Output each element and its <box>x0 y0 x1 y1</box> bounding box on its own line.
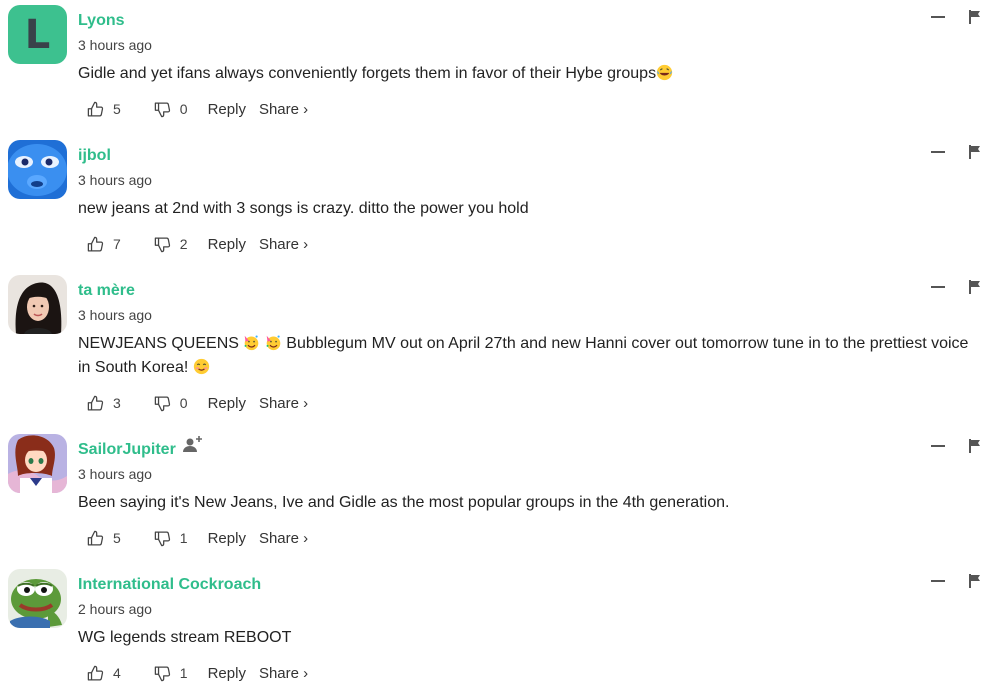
comment-controls <box>931 439 981 453</box>
dislike-count: 0 <box>179 395 188 411</box>
comment-text: NEWJEANS QUEENS Bubblegum MV out on Apri… <box>78 332 978 380</box>
comment-controls <box>931 145 981 159</box>
share-button[interactable]: Share › <box>259 665 308 682</box>
comment: International Cockroach 2 hours ago WG l… <box>0 564 995 691</box>
comment-actions: 7 2 Reply Share › <box>86 234 308 254</box>
flag-icon[interactable] <box>969 10 981 24</box>
timestamp: 3 hours ago <box>78 307 152 323</box>
username[interactable]: Lyons <box>78 12 125 30</box>
party-emoji <box>266 335 281 351</box>
thumbs-up-icon[interactable] <box>86 235 105 254</box>
timestamp: 2 hours ago <box>78 601 152 617</box>
thumbs-up-icon[interactable] <box>86 664 105 683</box>
avatar[interactable] <box>8 275 67 334</box>
comment-actions: 5 0 Reply Share › <box>86 99 308 119</box>
comment-controls <box>931 574 981 588</box>
comment: ijbol 3 hours ago new jeans at 2nd with … <box>0 135 995 270</box>
like-count: 4 <box>113 665 121 681</box>
avatar-image <box>8 434 67 493</box>
share-button[interactable]: Share › <box>259 395 308 412</box>
reply-button[interactable]: Reply <box>208 395 246 412</box>
share-button[interactable]: Share › <box>259 530 308 547</box>
share-button[interactable]: Share › <box>259 101 308 118</box>
party-emoji <box>244 335 259 351</box>
like-count: 5 <box>113 101 121 117</box>
avatar[interactable] <box>8 434 67 493</box>
dislike-count: 1 <box>179 530 188 546</box>
minus-icon[interactable] <box>931 286 945 288</box>
comment-text-part: NEWJEANS QUEENS <box>78 335 239 352</box>
comment-text-body: Gidle and yet ifans always conveniently … <box>78 65 657 82</box>
comment-controls <box>931 280 981 294</box>
thumbs-up-icon[interactable] <box>86 529 105 548</box>
minus-icon[interactable] <box>931 580 945 582</box>
comment: SailorJupiter 3 hours ago Been saying it… <box>0 429 995 564</box>
follow-user-icon[interactable] <box>182 434 204 454</box>
dislike-count: 2 <box>179 236 188 252</box>
thumbs-down-icon[interactable] <box>153 529 172 548</box>
flag-icon[interactable] <box>969 280 981 294</box>
smiling-emoji <box>193 358 209 375</box>
comment-actions: 3 0 Reply Share › <box>86 393 308 413</box>
avatar-image <box>8 275 67 334</box>
thumbs-down-icon[interactable] <box>153 394 172 413</box>
share-button[interactable]: Share › <box>259 236 308 253</box>
username[interactable]: ta mère <box>78 282 135 300</box>
thumbs-up-icon[interactable] <box>86 100 105 119</box>
dislike-count: 1 <box>179 665 188 681</box>
avatar[interactable]: L <box>8 5 67 64</box>
comment-text: WG legends stream REBOOT <box>78 629 292 646</box>
username[interactable]: SailorJupiter <box>78 441 176 459</box>
flag-icon[interactable] <box>969 439 981 453</box>
thumbs-down-icon[interactable] <box>153 235 172 254</box>
minus-icon[interactable] <box>931 151 945 153</box>
timestamp: 3 hours ago <box>78 37 152 53</box>
avatar-letter: L <box>8 5 67 64</box>
flag-icon[interactable] <box>969 145 981 159</box>
comment-actions: 5 1 Reply Share › <box>86 528 308 548</box>
avatar[interactable] <box>8 569 67 628</box>
reply-button[interactable]: Reply <box>208 101 246 118</box>
laughing-emoji <box>656 64 673 81</box>
timestamp: 3 hours ago <box>78 172 152 188</box>
comment-text: new jeans at 2nd with 3 songs is crazy. … <box>78 200 529 217</box>
like-count: 5 <box>113 530 121 546</box>
reply-button[interactable]: Reply <box>208 530 246 547</box>
reply-button[interactable]: Reply <box>208 236 246 253</box>
avatar-image <box>8 140 67 199</box>
comment-controls <box>931 10 981 24</box>
timestamp: 3 hours ago <box>78 466 152 482</box>
reply-button[interactable]: Reply <box>208 665 246 682</box>
thumbs-up-icon[interactable] <box>86 394 105 413</box>
avatar[interactable] <box>8 140 67 199</box>
username[interactable]: ijbol <box>78 147 111 165</box>
username[interactable]: International Cockroach <box>78 576 261 594</box>
flag-icon[interactable] <box>969 574 981 588</box>
dislike-count: 0 <box>179 101 188 117</box>
comment: L Lyons 3 hours ago Gidle and yet ifans … <box>0 0 995 135</box>
comment-actions: 4 1 Reply Share › <box>86 663 308 683</box>
minus-icon[interactable] <box>931 445 945 447</box>
like-count: 3 <box>113 395 121 411</box>
comment: ta mère 3 hours ago NEWJEANS QUEENS Bubb… <box>0 270 995 430</box>
minus-icon[interactable] <box>931 16 945 18</box>
thumbs-down-icon[interactable] <box>153 664 172 683</box>
thumbs-down-icon[interactable] <box>153 100 172 119</box>
avatar-image <box>8 569 67 628</box>
comment-text: Been saying it's New Jeans, Ive and Gidl… <box>78 494 730 511</box>
like-count: 7 <box>113 236 121 252</box>
comment-text: Gidle and yet ifans always conveniently … <box>78 62 978 86</box>
